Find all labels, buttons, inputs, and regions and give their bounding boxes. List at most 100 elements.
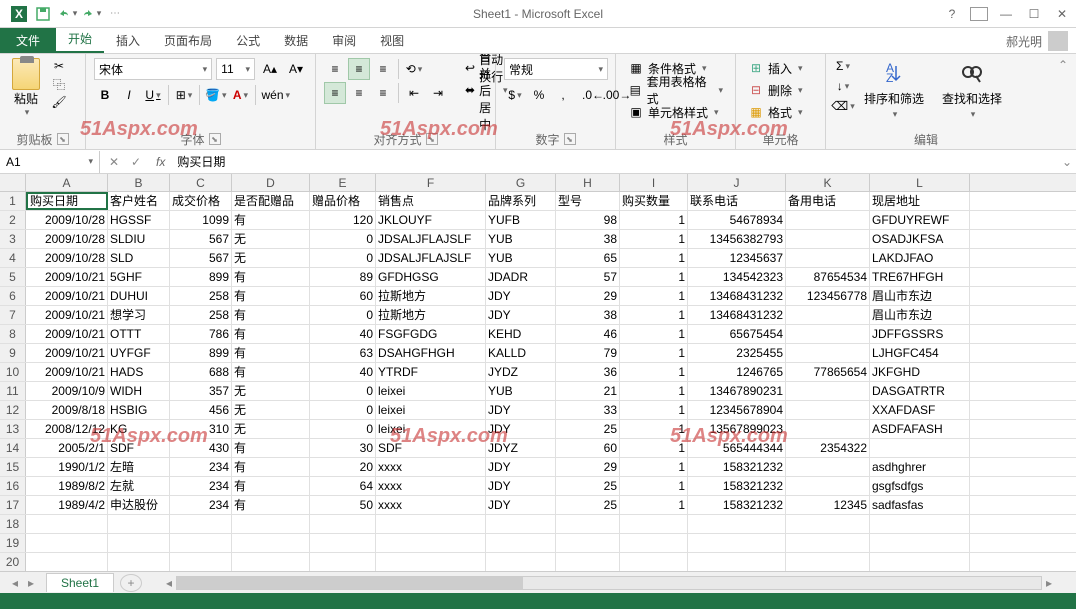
cell[interactable]: 565444344 bbox=[688, 439, 786, 457]
cell[interactable] bbox=[310, 515, 376, 533]
cell[interactable]: SDF bbox=[108, 439, 170, 457]
cell[interactable]: 65675454 bbox=[688, 325, 786, 343]
cell[interactable]: JDY bbox=[486, 287, 556, 305]
bold-button[interactable]: B bbox=[94, 84, 116, 106]
row-header[interactable]: 12 bbox=[0, 401, 26, 419]
align-top-icon[interactable]: ≡ bbox=[324, 58, 346, 80]
row-header[interactable]: 9 bbox=[0, 344, 26, 362]
cell[interactable]: SDF bbox=[376, 439, 486, 457]
cell[interactable]: 134542323 bbox=[688, 268, 786, 286]
column-header[interactable]: C bbox=[170, 174, 232, 191]
cell[interactable]: JYDZ bbox=[486, 363, 556, 381]
cell[interactable]: 1 bbox=[620, 325, 688, 343]
cell[interactable]: 2009/10/9 bbox=[26, 382, 108, 400]
cell[interactable]: 25 bbox=[556, 477, 620, 495]
cell[interactable]: 客户姓名 bbox=[108, 192, 170, 210]
cell[interactable]: JDADR bbox=[486, 268, 556, 286]
cell[interactable]: JDYZ bbox=[486, 439, 556, 457]
cell[interactable]: 25 bbox=[556, 420, 620, 438]
cell[interactable] bbox=[786, 534, 870, 552]
formula-expand-icon[interactable]: ⌄ bbox=[1058, 155, 1076, 169]
ribbon-collapse-icon[interactable]: ⌃ bbox=[1058, 58, 1072, 72]
cell[interactable]: GFDHGSG bbox=[376, 268, 486, 286]
cell[interactable] bbox=[688, 515, 786, 533]
cell[interactable] bbox=[170, 534, 232, 552]
cell[interactable]: 有 bbox=[232, 439, 310, 457]
cell-styles-button[interactable]: ▣单元格样式▾ bbox=[624, 102, 727, 122]
cell[interactable] bbox=[870, 439, 970, 457]
user-name[interactable]: 郝光明 bbox=[1006, 33, 1042, 50]
cell[interactable]: 无 bbox=[232, 249, 310, 267]
cell[interactable]: 有 bbox=[232, 306, 310, 324]
font-size-combo[interactable]: 11▾ bbox=[216, 58, 255, 80]
cell[interactable]: 1 bbox=[620, 306, 688, 324]
cell[interactable]: LJHGFC454 bbox=[870, 344, 970, 362]
tab-review[interactable]: 审阅 bbox=[320, 28, 368, 53]
cell[interactable]: 0 bbox=[310, 249, 376, 267]
cell[interactable]: 0 bbox=[310, 420, 376, 438]
cell[interactable] bbox=[786, 515, 870, 533]
cell[interactable]: KALLD bbox=[486, 344, 556, 362]
cell[interactable]: 2325455 bbox=[688, 344, 786, 362]
cell[interactable]: 无 bbox=[232, 382, 310, 400]
cell[interactable]: 购买数量 bbox=[620, 192, 688, 210]
align-left-icon[interactable]: ≡ bbox=[324, 82, 346, 104]
cell[interactable]: DSAHGFHGH bbox=[376, 344, 486, 362]
column-header[interactable]: F bbox=[376, 174, 486, 191]
cell[interactable]: 1099 bbox=[170, 211, 232, 229]
cell[interactable]: 899 bbox=[170, 268, 232, 286]
increase-indent-icon[interactable]: ⇥ bbox=[427, 82, 449, 104]
cell[interactable]: 1 bbox=[620, 268, 688, 286]
row-header[interactable]: 14 bbox=[0, 439, 26, 457]
tab-layout[interactable]: 页面布局 bbox=[152, 28, 224, 53]
cell[interactable]: 成交价格 bbox=[170, 192, 232, 210]
cell[interactable]: 158321232 bbox=[688, 477, 786, 495]
row-header[interactable]: 17 bbox=[0, 496, 26, 514]
cell[interactable]: 2008/12/12 bbox=[26, 420, 108, 438]
cell[interactable]: 有 bbox=[232, 477, 310, 495]
cell[interactable] bbox=[786, 325, 870, 343]
sheet-nav-prev-icon[interactable]: ◂ bbox=[8, 576, 22, 590]
cell[interactable]: GFDUYREWF bbox=[870, 211, 970, 229]
cell[interactable]: xxxx bbox=[376, 458, 486, 476]
cell[interactable]: 13468431232 bbox=[688, 306, 786, 324]
cell[interactable]: SLD bbox=[108, 249, 170, 267]
cell[interactable]: 1 bbox=[620, 401, 688, 419]
row-header[interactable]: 15 bbox=[0, 458, 26, 476]
cell[interactable]: 123456778 bbox=[786, 287, 870, 305]
maximize-icon[interactable]: ☐ bbox=[1020, 3, 1048, 25]
row-header[interactable]: 7 bbox=[0, 306, 26, 324]
cell[interactable] bbox=[870, 515, 970, 533]
tab-formulas[interactable]: 公式 bbox=[224, 28, 272, 53]
number-format-combo[interactable]: 常规▾ bbox=[504, 58, 608, 80]
cell[interactable]: 1 bbox=[620, 344, 688, 362]
cell[interactable]: 申达股份 bbox=[108, 496, 170, 514]
ribbon-display-icon[interactable] bbox=[970, 7, 988, 21]
help-icon[interactable]: ? bbox=[938, 3, 966, 25]
fill-icon[interactable]: ↓▾ bbox=[834, 78, 852, 94]
cell[interactable]: OTTT bbox=[108, 325, 170, 343]
cell[interactable] bbox=[620, 553, 688, 571]
cell[interactable]: 12345678904 bbox=[688, 401, 786, 419]
cell[interactable]: 688 bbox=[170, 363, 232, 381]
qat-customize-icon[interactable]: ⋯ bbox=[104, 3, 126, 25]
cell[interactable]: 567 bbox=[170, 249, 232, 267]
font-launcher-icon[interactable]: ⬊ bbox=[209, 133, 221, 145]
avatar[interactable] bbox=[1048, 31, 1068, 51]
cell[interactable] bbox=[232, 515, 310, 533]
row-header[interactable]: 1 bbox=[0, 192, 26, 210]
cell[interactable]: 有 bbox=[232, 287, 310, 305]
cell[interactable]: JDY bbox=[486, 458, 556, 476]
cell[interactable]: SLDIU bbox=[108, 230, 170, 248]
cut-icon[interactable]: ✂ bbox=[50, 58, 68, 74]
decrease-indent-icon[interactable]: ⇤ bbox=[403, 82, 425, 104]
cell[interactable]: asdhghrer bbox=[870, 458, 970, 476]
close-icon[interactable]: ✕ bbox=[1048, 3, 1076, 25]
formula-bar[interactable] bbox=[171, 151, 1058, 173]
cell[interactable]: 拉斯地方 bbox=[376, 287, 486, 305]
row-header[interactable]: 10 bbox=[0, 363, 26, 381]
number-launcher-icon[interactable]: ⬊ bbox=[564, 133, 576, 145]
cell[interactable]: 1 bbox=[620, 363, 688, 381]
cell[interactable]: 77865654 bbox=[786, 363, 870, 381]
cell[interactable]: 50 bbox=[310, 496, 376, 514]
